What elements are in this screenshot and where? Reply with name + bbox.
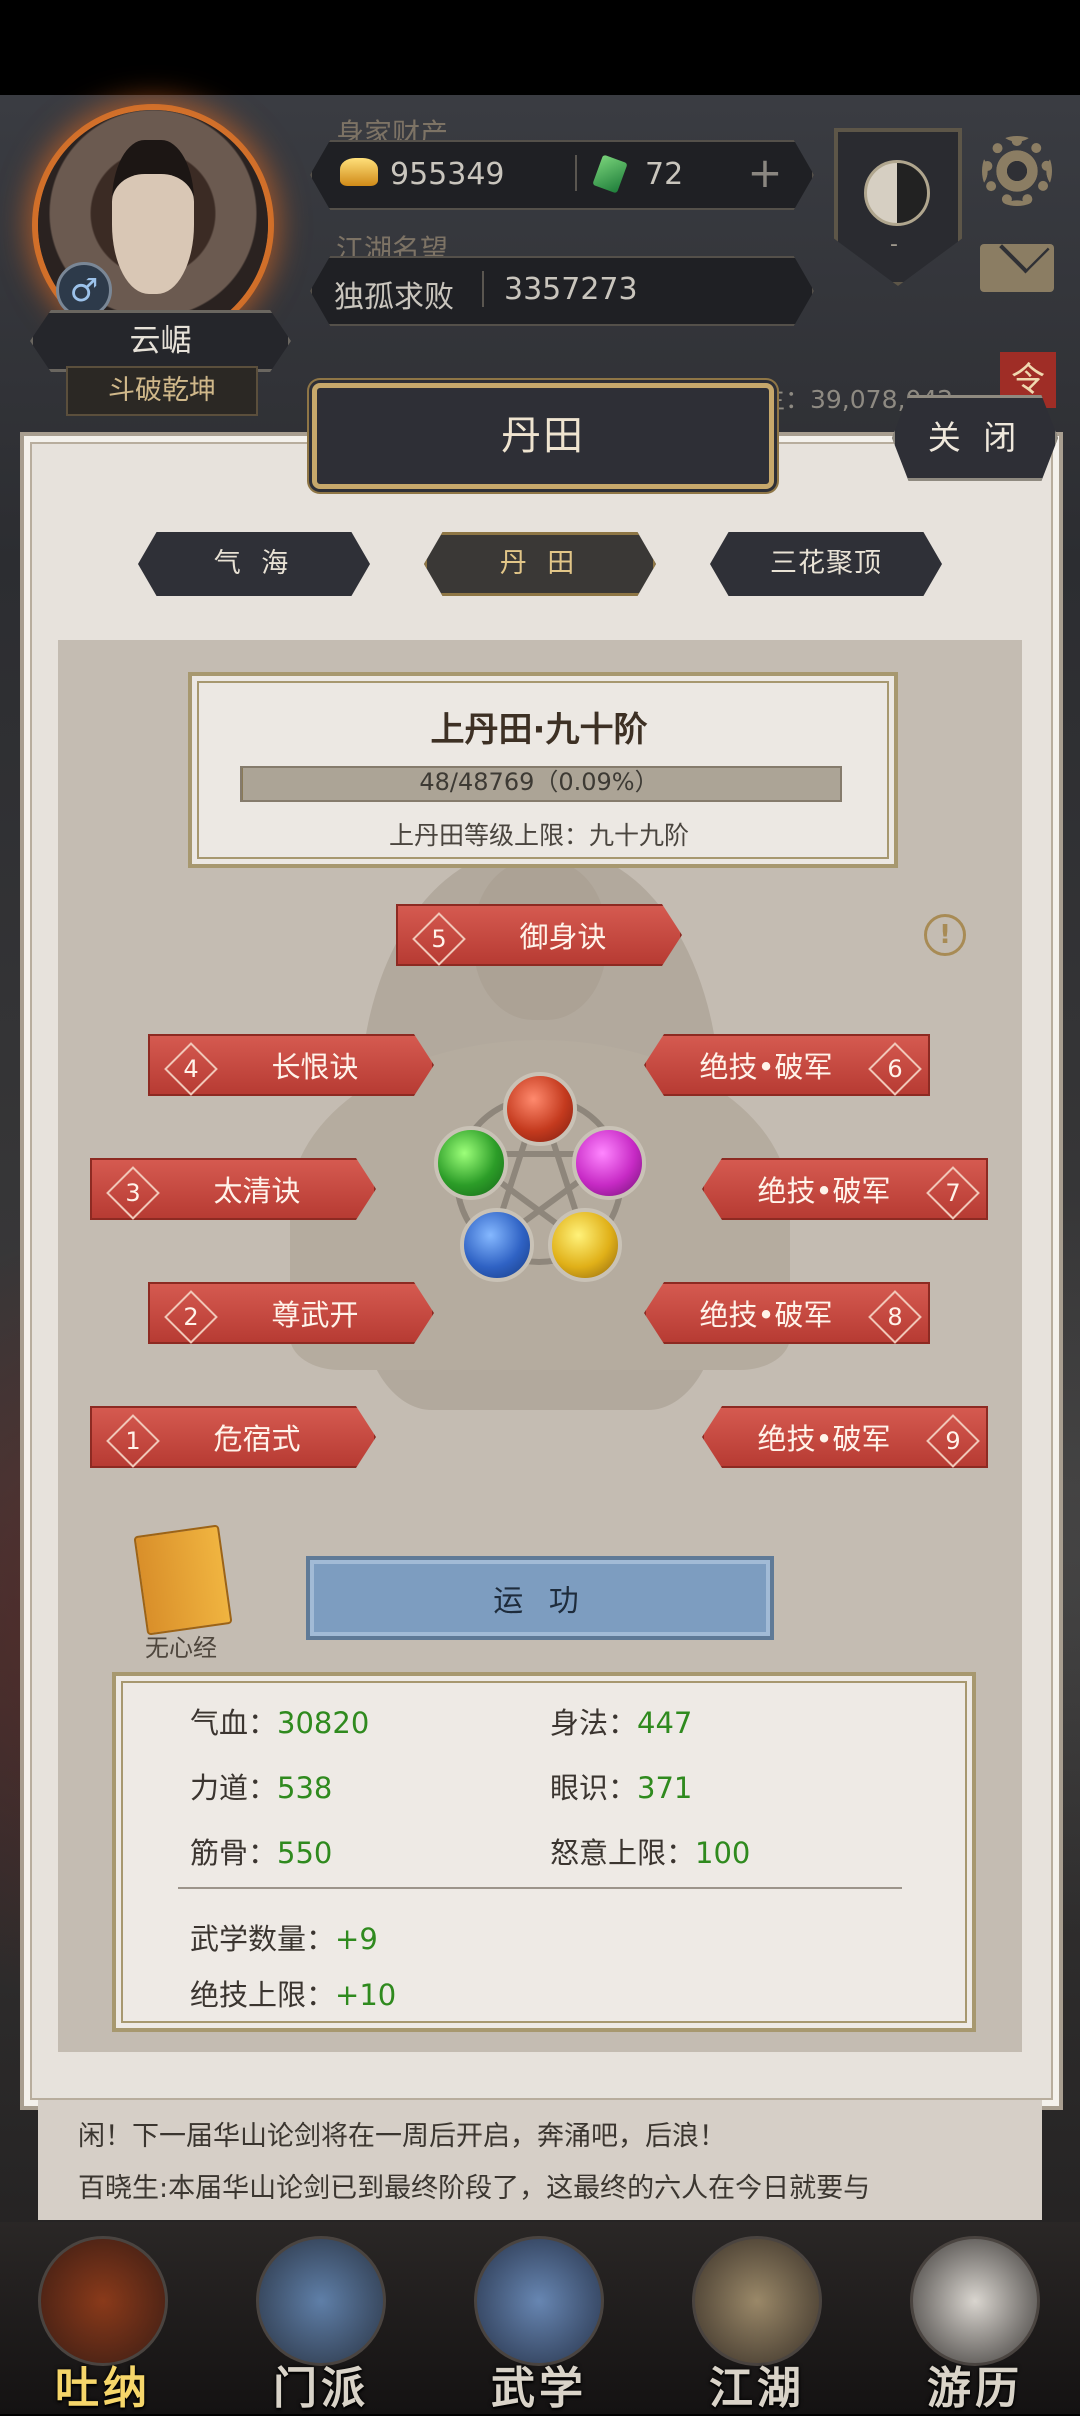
skill-slot-2[interactable]: 2 尊武开 [148, 1282, 434, 1344]
jade-amount: 72 [645, 157, 684, 192]
stat-strength: 力道：538 [190, 1771, 333, 1805]
skill-label: 长恨诀 [271, 1050, 359, 1084]
skill-number-badge: 4 [164, 1042, 218, 1096]
close-button[interactable]: 关 闭 [892, 395, 1058, 481]
blue-gem-icon[interactable] [460, 1208, 534, 1282]
nav-youli[interactable]: 游历 [890, 2232, 1060, 2414]
scripture-book-icon[interactable] [133, 1524, 233, 1636]
avatar-face-icon [112, 140, 194, 294]
skill-label: 危宿式 [213, 1422, 301, 1456]
stat-constitution: 筋骨：550 [190, 1836, 333, 1870]
mail-icon[interactable] [980, 244, 1054, 292]
skill-number-badge: 8 [868, 1290, 922, 1344]
player-title-badge: 斗破乾坤 [66, 366, 258, 416]
skill-slot-6[interactable]: 绝技•破军 6 [644, 1034, 930, 1096]
white-horse-icon [910, 2236, 1040, 2366]
emblem-text: - [890, 232, 898, 257]
gear-icon[interactable] [982, 136, 1052, 206]
sect-banner-icon [256, 2236, 386, 2366]
skill-label: 绝技•破军 [699, 1298, 833, 1332]
nav-label: 门派 [273, 2363, 369, 2414]
book-label: 无心经 [145, 1634, 217, 1662]
green-gem-icon[interactable] [434, 1126, 508, 1200]
level-cap-text: 上丹田等级上限：九十九阶 [388, 821, 689, 850]
player-name: 云崌 [30, 310, 291, 372]
wealth-bar [310, 140, 814, 210]
stat-rage-cap: 怒意上限：100 [550, 1836, 751, 1870]
exp-text: 48/48769（0.09%） [419, 768, 659, 796]
red-gem-icon[interactable] [503, 1072, 577, 1146]
skill-slot-4[interactable]: 4 长恨诀 [148, 1034, 434, 1096]
info-icon[interactable]: ! [924, 914, 966, 956]
tab-sanhua-juding[interactable]: 三花聚顶 [710, 532, 942, 596]
nav-label: 武学 [491, 2363, 587, 2414]
nav-jianghu[interactable]: 江湖 [672, 2232, 842, 2414]
skill-number-badge: 6 [868, 1042, 922, 1096]
skill-slot-9[interactable]: 绝技•破军 9 [702, 1406, 988, 1468]
skill-label: 太清诀 [213, 1174, 301, 1208]
skill-number-badge: 1 [106, 1414, 160, 1468]
stat-ultimate-cap: 绝技上限：+10 [190, 1978, 397, 2012]
skill-number-badge: 9 [926, 1414, 980, 1468]
level-title: 上丹田·九十阶 [430, 710, 648, 750]
skill-number-badge: 7 [926, 1166, 980, 1220]
skill-slot-5[interactable]: 5 御身诀 [396, 904, 682, 966]
yin-yang-icon [864, 160, 930, 226]
yellow-gem-icon[interactable] [548, 1208, 622, 1282]
nav-wuxue[interactable]: 武学 [454, 2232, 624, 2414]
chat-line: 百晓生:本届华山论剑已到最终阶段了，这最终的六人在今日就要与 [78, 2173, 871, 2204]
tab-qihai[interactable]: 气 海 [138, 532, 370, 596]
nav-menpai[interactable]: 门派 [236, 2232, 406, 2414]
wealth-separator [575, 155, 577, 191]
skill-number-badge: 3 [106, 1166, 160, 1220]
male-gender-icon: ♂ [56, 262, 112, 318]
nav-tuna[interactable]: 吐纳 [18, 2232, 188, 2414]
stats-divider [178, 1887, 902, 1889]
nav-label: 游历 [927, 2363, 1023, 2414]
nav-label: 江湖 [709, 2363, 805, 2414]
nav-label: 吐纳 [55, 2363, 151, 2414]
fame-value: 3357273 [504, 272, 638, 307]
skill-label: 御身诀 [519, 920, 607, 954]
cultivate-button[interactable]: 运 功 [306, 1556, 774, 1640]
skill-slot-7[interactable]: 绝技•破军 7 [702, 1158, 988, 1220]
status-bar [0, 0, 1080, 95]
skill-label: 绝技•破军 [757, 1174, 891, 1208]
stat-martial-count: 武学数量：+9 [190, 1922, 378, 1956]
skill-slot-8[interactable]: 绝技•破军 8 [644, 1282, 930, 1344]
fame-separator [482, 271, 484, 307]
skill-label: 尊武开 [271, 1298, 359, 1332]
scroll-book-icon [474, 2236, 604, 2366]
skill-number-badge: 5 [412, 912, 466, 966]
skill-label: 绝技•破军 [699, 1050, 833, 1084]
gold-ingot-icon [340, 158, 378, 186]
gold-amount: 955349 [390, 157, 505, 192]
stat-insight: 眼识：371 [550, 1771, 693, 1805]
skill-label: 绝技•破军 [757, 1422, 891, 1456]
skill-slot-3[interactable]: 3 太清诀 [90, 1158, 376, 1220]
meditation-figure-icon [38, 2236, 168, 2366]
chat-line: 闲！下一届华山论剑将在一周后开启，奔涌吧，后浪！ [78, 2121, 726, 2152]
magenta-gem-icon[interactable] [572, 1126, 646, 1200]
tab-dantian[interactable]: 丹 田 [424, 532, 656, 596]
stat-agility: 身法：447 [550, 1706, 693, 1740]
skill-slot-1[interactable]: 1 危宿式 [90, 1406, 376, 1468]
stat-hp: 气血：30820 [190, 1706, 370, 1740]
fame-rank: 独孤求败 [334, 280, 454, 315]
panel-title: 丹田 [501, 413, 585, 459]
add-currency-button[interactable]: + [740, 147, 790, 199]
bamboo-hat-icon [692, 2236, 822, 2366]
skill-number-badge: 2 [164, 1290, 218, 1344]
